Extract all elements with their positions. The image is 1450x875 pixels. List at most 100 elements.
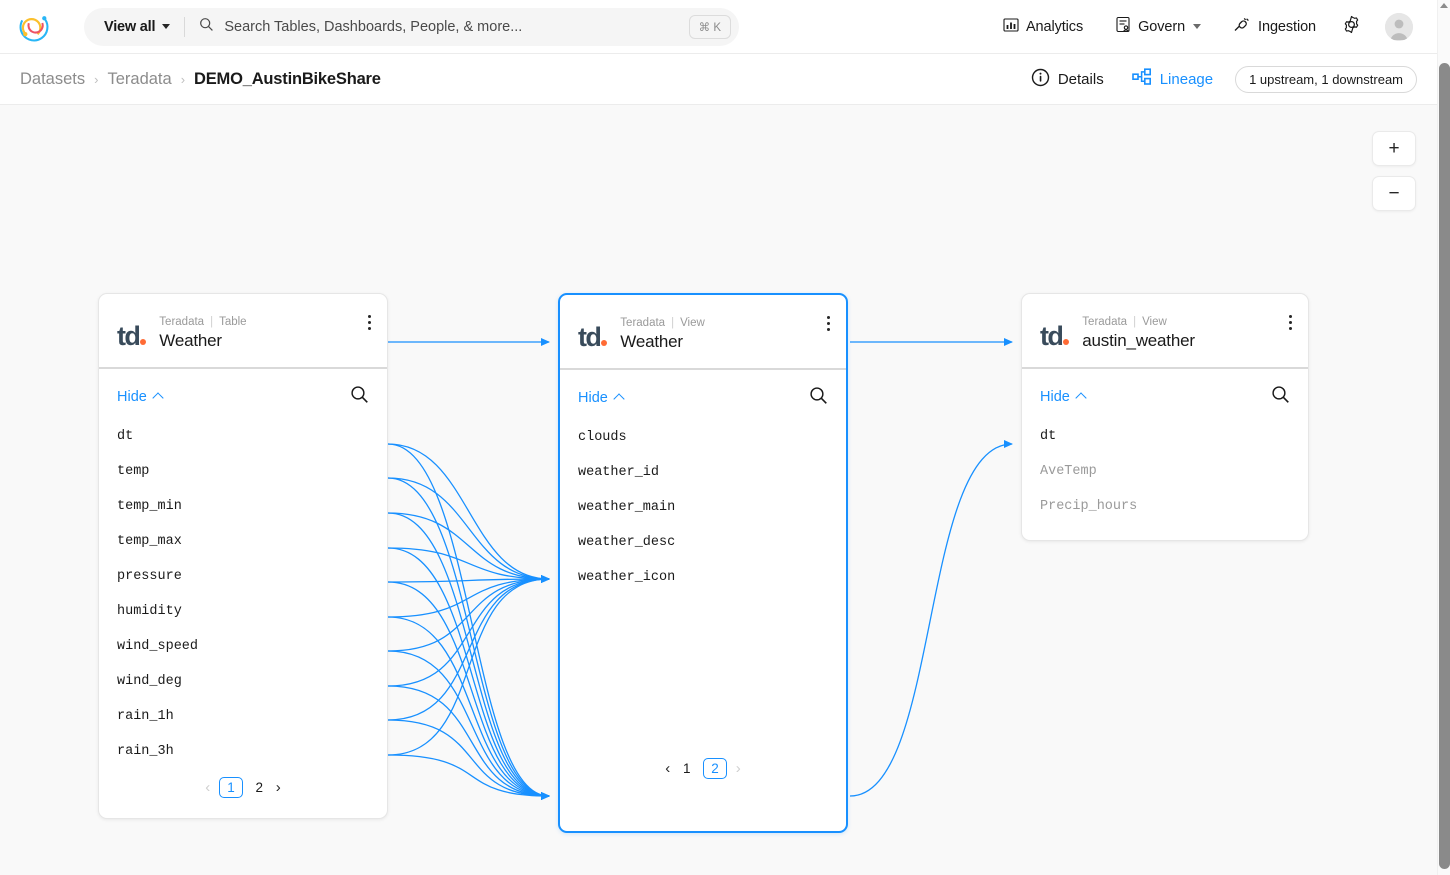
search-input[interactable]	[222, 17, 689, 36]
nav-item-analytics[interactable]: Analytics	[987, 5, 1099, 49]
node-subtitle: Teradata | View	[1082, 316, 1195, 328]
chevron-up-icon	[1075, 392, 1087, 404]
node-title: Weather	[159, 331, 222, 350]
scroll-up-arrow-icon[interactable]	[1440, 3, 1448, 8]
column-item[interactable]: weather_main	[578, 490, 828, 525]
column-item[interactable]: clouds	[578, 420, 828, 455]
pagination-prev[interactable]: ‹	[205, 779, 210, 796]
pagination-page-1[interactable]: 1	[679, 761, 694, 776]
column-item[interactable]: weather_icon	[578, 560, 828, 595]
pagination-next[interactable]: ›	[736, 760, 741, 777]
teradata-logo-icon: td	[578, 317, 608, 351]
breadcrumb: Datasets › Teradata › DEMO_AustinBikeSha…	[0, 70, 381, 89]
user-menu[interactable]	[1371, 12, 1427, 41]
breadcrumb-separator: ›	[94, 71, 99, 87]
divider: |	[671, 317, 675, 329]
bar-chart-icon	[1003, 17, 1019, 37]
hide-columns-toggle[interactable]: Hide	[117, 389, 164, 405]
settings-button[interactable]	[1332, 5, 1371, 49]
pagination-page-2[interactable]: 2	[252, 780, 267, 795]
node-body: Hide clouds weather_id weather_main weat…	[560, 370, 846, 801]
kebab-menu-icon[interactable]	[366, 313, 373, 332]
node-title: Weather	[620, 332, 683, 351]
nav-label-govern: Govern	[1138, 18, 1186, 35]
teradata-logo-icon: td	[1040, 316, 1070, 350]
search-shortcut-badge: ⌘ K	[688, 14, 731, 39]
search-icon[interactable]	[350, 385, 369, 409]
node-subtitle: Teradata | View	[620, 317, 704, 329]
tab-lineage[interactable]: Lineage	[1118, 59, 1227, 99]
zoom-out-button[interactable]: −	[1372, 176, 1416, 211]
hide-columns-toggle[interactable]: Hide	[578, 390, 625, 406]
column-item[interactable]: temp	[117, 454, 369, 489]
column-item[interactable]: wind_deg	[117, 664, 369, 699]
tab-details[interactable]: Details	[1017, 59, 1118, 99]
nav-item-govern[interactable]: Govern	[1099, 5, 1217, 49]
nav-item-ingestion[interactable]: Ingestion	[1217, 5, 1332, 49]
nav-label-analytics: Analytics	[1025, 18, 1084, 35]
governance-icon	[1115, 16, 1131, 37]
column-item[interactable]: dt	[117, 419, 369, 454]
column-item[interactable]: wind_speed	[117, 629, 369, 664]
breadcrumb-item-datasets[interactable]: Datasets	[20, 70, 85, 89]
column-pagination: ‹ 1 2 ›	[560, 750, 846, 793]
pagination-prev[interactable]: ‹	[665, 760, 670, 777]
hide-columns-toggle[interactable]: Hide	[1040, 389, 1087, 405]
gear-icon	[1342, 15, 1361, 38]
column-item[interactable]: Precip_hours	[1040, 489, 1290, 524]
column-item[interactable]: temp_min	[117, 489, 369, 524]
view-all-label: View all	[104, 18, 156, 35]
kebab-menu-icon[interactable]	[1287, 313, 1294, 332]
lineage-count-badge[interactable]: 1 upstream, 1 downstream	[1235, 65, 1417, 93]
divider: |	[210, 316, 214, 328]
hide-label: Hide	[117, 389, 147, 405]
node-title: austin_weather	[1082, 331, 1195, 350]
breadcrumb-separator: ›	[180, 71, 186, 87]
node-header: td Teradata | Table Weather	[99, 294, 387, 369]
global-search-bar[interactable]: View all ⌘ K	[84, 7, 739, 46]
node-header: td Teradata | View Weather	[560, 295, 846, 370]
search-icon[interactable]	[1271, 385, 1290, 409]
scrollbar-thumb[interactable]	[1439, 63, 1450, 869]
pagination-next[interactable]: ›	[276, 779, 281, 796]
datahub-logo-icon[interactable]	[12, 5, 56, 49]
lineage-icon	[1131, 68, 1152, 90]
column-list: dt AveTemp Precip_hours	[1040, 419, 1290, 524]
hide-label: Hide	[578, 390, 608, 406]
lineage-node-weather-table[interactable]: td Teradata | Table Weather Hide dt temp…	[98, 293, 388, 819]
breadcrumb-item-current: DEMO_AustinBikeShare	[194, 69, 381, 88]
column-item[interactable]: dt	[1040, 419, 1290, 454]
pagination-page-2[interactable]: 2	[703, 758, 727, 779]
hide-label: Hide	[1040, 389, 1070, 405]
page-scrollbar[interactable]	[1437, 0, 1450, 875]
view-all-dropdown[interactable]: View all	[84, 8, 184, 46]
column-item[interactable]: rain_3h	[117, 734, 369, 769]
column-item[interactable]: weather_id	[578, 455, 828, 490]
avatar-icon	[1385, 12, 1413, 41]
nav-right-group: Analytics Govern Ingestion	[987, 5, 1437, 49]
node-platform: Teradata	[1082, 316, 1128, 328]
kebab-menu-icon[interactable]	[825, 314, 832, 333]
tab-label-lineage: Lineage	[1159, 70, 1214, 88]
column-item[interactable]: pressure	[117, 559, 369, 594]
plug-icon	[1233, 17, 1251, 37]
teradata-logo-icon: td	[117, 316, 147, 350]
zoom-in-button[interactable]: +	[1372, 131, 1416, 166]
column-list: dt temp temp_min temp_max pressure humid…	[117, 419, 369, 769]
column-item[interactable]: humidity	[117, 594, 369, 629]
pagination-page-1[interactable]: 1	[219, 777, 243, 798]
column-pagination: ‹ 1 2 ›	[117, 769, 369, 812]
column-item[interactable]: AveTemp	[1040, 454, 1290, 489]
search-icon[interactable]	[809, 386, 828, 410]
lineage-node-weather-view[interactable]: td Teradata | View Weather Hide clouds w…	[558, 293, 848, 833]
search-field[interactable]	[185, 17, 689, 37]
chevron-down-icon	[1193, 24, 1202, 29]
column-item[interactable]: weather_desc	[578, 525, 828, 560]
lineage-canvas[interactable]: td Teradata | Table Weather Hide dt temp…	[0, 105, 1437, 875]
column-item[interactable]: rain_1h	[117, 699, 369, 734]
zoom-controls: + −	[1372, 131, 1416, 211]
breadcrumb-item-teradata[interactable]: Teradata	[107, 70, 171, 89]
column-list: clouds weather_id weather_main weather_d…	[578, 420, 828, 595]
lineage-node-austin-weather-view[interactable]: td Teradata | View austin_weather Hide d…	[1021, 293, 1309, 541]
column-item[interactable]: temp_max	[117, 524, 369, 559]
